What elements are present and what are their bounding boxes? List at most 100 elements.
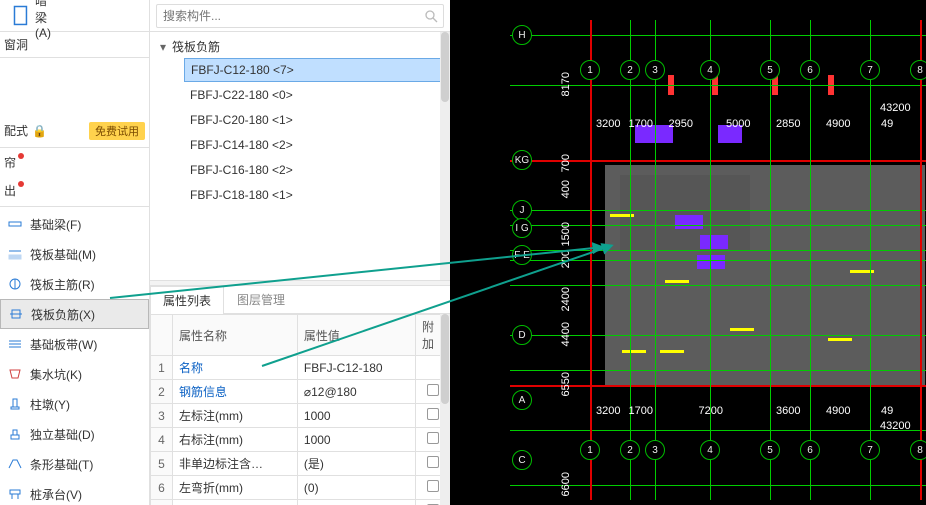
lock-icon: 🔒: [32, 124, 47, 138]
nav-list: 基础梁(F)筏板基础(M)筏板主筋(R)筏板负筋(X)基础板带(W)集水坑(K)…: [0, 209, 149, 505]
mini-label: 帘: [4, 154, 16, 171]
dim-top-right: 43200: [880, 102, 911, 114]
nav-item-iso[interactable]: 独立基础(D): [0, 419, 149, 449]
prop-name: 右标注(mm): [173, 428, 298, 452]
row-number: 5: [151, 452, 173, 476]
checkbox[interactable]: [427, 432, 439, 444]
column: [697, 255, 725, 269]
grid-bubble-col: 6: [800, 440, 820, 460]
grid-bubble-row: A: [512, 390, 532, 410]
nav-item-pier[interactable]: 柱墩(Y): [0, 389, 149, 419]
grid-bubble-row: I G: [512, 218, 532, 238]
nav-label: 桩承台(V): [30, 486, 82, 503]
grid-bubble-col: 2: [620, 440, 640, 460]
grid-line-red-v: [590, 20, 592, 500]
table-row[interactable]: 7右弯折(mm)(0): [151, 500, 450, 505]
mini-row-0[interactable]: 帘: [0, 148, 149, 176]
prop-name: 右弯折(mm): [173, 500, 298, 505]
table-row[interactable]: 2钢筋信息⌀12@180: [151, 380, 450, 404]
component-tree: ▾ 筏板负筋 FBFJ-C12-180 <7>FBFJ-C22-180 <0>F…: [150, 32, 450, 280]
dim-top: 1700: [629, 118, 653, 130]
checkbox[interactable]: [427, 480, 439, 492]
table-row[interactable]: 6左弯折(mm)(0): [151, 476, 450, 500]
notification-dot-icon: [18, 181, 24, 187]
nav-item-band[interactable]: 基础板带(W): [0, 329, 149, 359]
table-row[interactable]: 1名称FBFJ-C12-180: [151, 356, 450, 380]
col-name: 属性名称: [173, 315, 298, 356]
grid-line-v: [710, 20, 711, 500]
collapse-icon[interactable]: ▾: [158, 40, 168, 54]
grid-line-red-h: [510, 160, 926, 162]
nav-item-cap[interactable]: 桩承台(V): [0, 479, 149, 505]
nav-item-beam[interactable]: 基础梁(F): [0, 209, 149, 239]
grid-line-v: [655, 20, 656, 500]
nav-item-strip[interactable]: 条形基础(T): [0, 449, 149, 479]
checkbox[interactable]: [427, 456, 439, 468]
nav-item-raft[interactable]: 筏板基础(M): [0, 239, 149, 269]
iso-icon: [8, 427, 22, 441]
search-icon[interactable]: [424, 9, 438, 26]
nav-item-sump[interactable]: 集水坑(K): [0, 359, 149, 389]
grid-line-h: [510, 430, 926, 431]
row-number: 7: [151, 500, 173, 505]
grid-line-h: [510, 285, 926, 286]
table-row[interactable]: 3左标注(mm)1000: [151, 404, 450, 428]
prop-value[interactable]: (是): [297, 452, 415, 476]
grid-bubble-col: 5: [760, 60, 780, 80]
tree-scrollbar[interactable]: [440, 32, 450, 280]
tree-leaf[interactable]: FBFJ-C20-180 <1>: [184, 108, 450, 132]
grid-bubble-row: D: [512, 325, 532, 345]
pier-icon: [8, 397, 22, 411]
notification-dot-icon: [18, 153, 24, 159]
dim-left: 6600: [560, 472, 572, 496]
dim-left: 1500: [560, 222, 572, 246]
prop-value[interactable]: (0): [297, 500, 415, 505]
cap-icon: [8, 487, 22, 501]
tree-leaf[interactable]: FBFJ-C16-180 <2>: [184, 158, 450, 182]
chuangdong-item[interactable]: 窗洞: [0, 32, 149, 58]
prop-value[interactable]: ⌀12@180: [297, 380, 415, 404]
row-number: 4: [151, 428, 173, 452]
tree-root[interactable]: ▾ 筏板负筋: [158, 36, 450, 57]
row-number: 6: [151, 476, 173, 500]
slab: [620, 175, 750, 250]
prop-name: 非单边标注含…: [173, 452, 298, 476]
trial-badge[interactable]: 免费试用: [89, 122, 145, 140]
dim-bot: 49: [881, 405, 893, 417]
checkbox[interactable]: [427, 408, 439, 420]
main-icon: [8, 277, 22, 291]
dim-bot: 1700: [629, 405, 653, 417]
tree-leaf[interactable]: FBFJ-C22-180 <0>: [184, 83, 450, 107]
checkbox[interactable]: [427, 384, 439, 396]
grid-line-h: [510, 485, 926, 486]
row-number: 1: [151, 356, 173, 380]
dim-left: 6550: [560, 372, 572, 396]
tree-leaf[interactable]: FBFJ-C12-180 <7>: [184, 58, 450, 82]
table-row[interactable]: 5非单边标注含…(是): [151, 452, 450, 476]
dim-top: 49: [881, 118, 893, 130]
tree-leaf[interactable]: FBFJ-C14-180 <2>: [184, 133, 450, 157]
prop-value[interactable]: FBFJ-C12-180: [297, 356, 415, 380]
property-table: 属性名称 属性值 附加 1名称FBFJ-C12-1802钢筋信息⌀12@1803…: [150, 314, 450, 505]
nav-item-neg[interactable]: 筏板负筋(X): [0, 299, 149, 329]
search-input[interactable]: [156, 4, 444, 28]
nav-label: 条形基础(T): [30, 456, 93, 473]
grid-bubble-col: 7: [860, 60, 880, 80]
grid-bubble-col: 1: [580, 440, 600, 460]
dim-left: 8170: [560, 72, 572, 96]
rebar-marker: [665, 280, 689, 283]
prop-value[interactable]: 1000: [297, 404, 415, 428]
cad-viewport[interactable]: HKGJI GF EDAC112233445566778832001700295…: [450, 0, 926, 505]
row-number: 2: [151, 380, 173, 404]
dim-left: 700: [560, 154, 572, 172]
tree-leaf[interactable]: FBFJ-C18-180 <1>: [184, 183, 450, 207]
mini-row-1[interactable]: 出: [0, 176, 149, 204]
prop-scrollbar[interactable]: [440, 314, 450, 505]
dim-bot: 7200: [699, 405, 723, 417]
prop-value[interactable]: 1000: [297, 428, 415, 452]
tree-root-label: 筏板负筋: [172, 38, 220, 55]
table-row[interactable]: 4右标注(mm)1000: [151, 428, 450, 452]
tab-layers[interactable]: 图层管理: [224, 285, 298, 313]
prop-value[interactable]: (0): [297, 476, 415, 500]
grid-bubble-col: 2: [620, 60, 640, 80]
